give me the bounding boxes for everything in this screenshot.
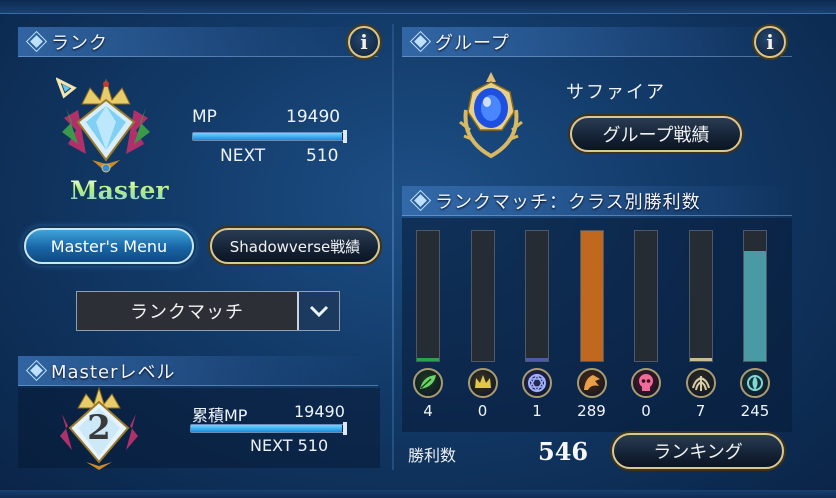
total-mp-value: 19490 — [294, 402, 345, 421]
count-swordcraft: 0 — [477, 402, 488, 420]
bar-track-bloodcraft — [688, 230, 713, 362]
bar-track-runecraft — [525, 230, 549, 362]
master-rank-emblem — [55, 74, 156, 178]
diamond-icon — [414, 194, 427, 207]
master-level-emblem: 2 — [56, 386, 142, 470]
master-level-section-header: Masterレベル — [18, 356, 378, 386]
count-forestcraft: 4 — [423, 402, 433, 420]
ranking-button[interactable]: ランキング — [612, 433, 784, 469]
bottom-frame — [0, 490, 836, 498]
bar-dragoncraft — [580, 231, 603, 361]
count-havencraft: 245 — [740, 402, 770, 420]
total-mp-label: 累積MP — [192, 406, 248, 425]
mp-progress-cap — [343, 130, 347, 143]
rank-header-title: ランク — [51, 32, 108, 54]
mp-label: MP — [192, 107, 217, 127]
count-shadowcraft: 0 — [641, 402, 651, 420]
masters-menu-button[interactable]: Master's Menu — [24, 228, 194, 264]
bar-track-shadowcraft — [634, 230, 658, 362]
match-mode-value: ランクマッチ — [130, 302, 244, 323]
bar-havencraft — [744, 250, 766, 361]
wing-icon — [685, 368, 716, 398]
wins-label: 勝利数 — [408, 446, 457, 465]
group-header-title: グループ — [435, 32, 510, 54]
leaf-icon — [413, 368, 443, 398]
master-level-number: 2 — [87, 408, 111, 448]
bar-forestcraft — [417, 358, 439, 361]
count-runecraft: 1 — [532, 402, 542, 420]
top-frame — [0, 0, 836, 14]
rank-section-header: ランク — [18, 27, 378, 57]
class-wins-header-title: ランクマッチ：クラス別勝利数 — [435, 191, 701, 213]
count-bloodcraft: 7 — [695, 402, 706, 420]
total-mp-progress-bar — [190, 422, 347, 435]
group-section-header: グループ — [402, 27, 792, 57]
mp-progress-fill — [193, 133, 342, 140]
match-mode-select[interactable]: ランクマッチ — [76, 291, 340, 331]
sapphire-emblem — [456, 70, 526, 160]
mp-progress-bar — [192, 130, 347, 143]
diamond-icon — [30, 364, 43, 377]
total-mp-progress-fill — [191, 425, 342, 432]
bar-bloodcraft — [689, 357, 712, 361]
crown-icon — [467, 368, 498, 398]
group-name: サファイア — [566, 82, 666, 103]
next-label: NEXT — [220, 146, 266, 166]
panel-divider — [392, 24, 394, 470]
bar-track-dragoncraft — [579, 230, 604, 362]
chevron-down-icon[interactable] — [297, 292, 339, 330]
count-dragoncraft: 289 — [577, 402, 606, 420]
bar-runecraft — [526, 358, 548, 361]
skull-icon — [631, 368, 661, 398]
master-level-next: NEXT 510 — [250, 436, 329, 455]
shadowverse-stats-button[interactable]: Shadowverse戦績 — [210, 228, 380, 264]
wins-total: 546 — [538, 437, 589, 466]
rank-tier-name: Master — [70, 176, 169, 205]
next-value: 510 — [306, 146, 339, 166]
group-info-button[interactable]: i — [754, 26, 786, 58]
bar-track-swordcraft — [470, 230, 495, 362]
rune-icon — [522, 368, 552, 398]
bar-track-havencraft — [743, 230, 767, 362]
rank-info-button[interactable]: i — [348, 26, 380, 58]
diamond-icon — [30, 35, 43, 48]
mp-value: 19490 — [286, 107, 341, 127]
haven-icon — [740, 368, 770, 398]
total-mp-progress-cap — [343, 422, 347, 435]
class-wins-section-header: ランクマッチ：クラス別勝利数 — [402, 186, 792, 216]
group-stats-button[interactable]: グループ戦績 — [570, 116, 742, 152]
bar-track-forestcraft — [416, 230, 440, 362]
diamond-icon — [414, 35, 427, 48]
master-level-header-title: Masterレベル — [51, 361, 176, 383]
dragon-icon — [576, 368, 607, 398]
